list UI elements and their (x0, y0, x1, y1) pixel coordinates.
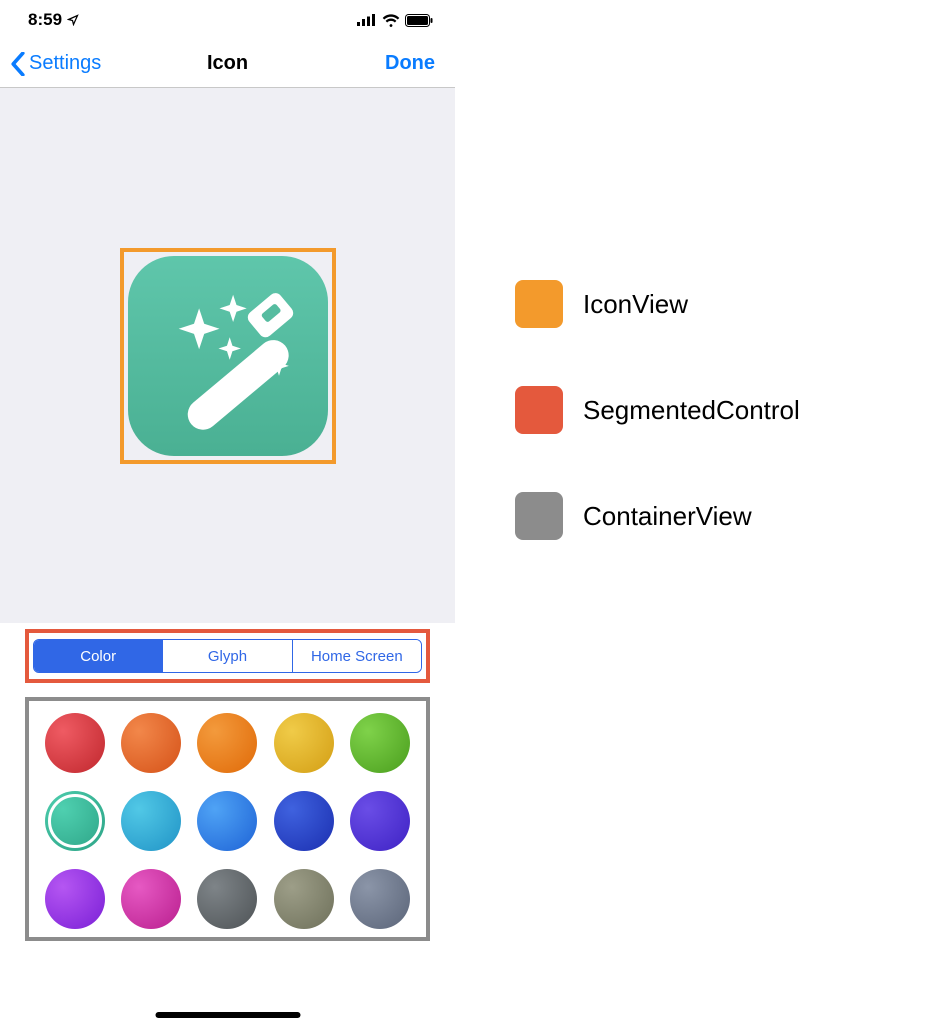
containerview-annotation-box (25, 697, 430, 941)
segment-home-screen[interactable]: Home Screen (292, 640, 421, 672)
magic-wand-icon (143, 271, 313, 441)
legend-label: IconView (583, 289, 688, 320)
color-swatch[interactable] (197, 791, 257, 851)
home-indicator[interactable] (155, 1012, 300, 1018)
nav-bar: Settings Icon Done (0, 40, 455, 88)
cellular-icon (357, 14, 377, 26)
location-icon (67, 14, 79, 26)
legend-swatch (515, 492, 563, 540)
segment-color[interactable]: Color (34, 640, 162, 672)
color-swatch[interactable] (121, 713, 181, 773)
done-button[interactable]: Done (248, 52, 445, 75)
color-swatch[interactable] (274, 869, 334, 929)
app-icon-preview (128, 256, 328, 456)
color-swatch[interactable] (274, 713, 334, 773)
legend-swatch (515, 280, 563, 328)
color-swatch[interactable] (350, 791, 410, 851)
icon-preview-area (0, 88, 455, 623)
legend-label: SegmentedControl (583, 395, 800, 426)
legend-item-segmentedcontrol: SegmentedControl (515, 386, 947, 434)
page-title: Icon (207, 52, 248, 75)
color-swatch[interactable] (274, 791, 334, 851)
color-swatch[interactable] (350, 713, 410, 773)
back-button[interactable]: Settings (10, 52, 207, 76)
annotation-legend: IconView SegmentedControl ContainerView (455, 0, 947, 1024)
status-bar: 8:59 (0, 0, 455, 40)
battery-icon (405, 14, 433, 27)
color-swatch[interactable] (197, 713, 257, 773)
legend-item-containerview: ContainerView (515, 492, 947, 540)
status-time: 8:59 (28, 10, 62, 30)
color-swatch[interactable] (45, 791, 105, 851)
iconview-annotation-box (120, 248, 336, 464)
legend-swatch (515, 386, 563, 434)
phone-frame: 8:59 Settings Icon Done (0, 0, 455, 1024)
color-grid (37, 713, 418, 929)
chevron-left-icon (10, 52, 26, 76)
segmented-control[interactable]: Color Glyph Home Screen (33, 639, 422, 673)
wifi-icon (382, 14, 400, 27)
legend-label: ContainerView (583, 501, 752, 532)
legend-item-iconview: IconView (515, 280, 947, 328)
color-swatch[interactable] (121, 869, 181, 929)
color-swatch[interactable] (45, 713, 105, 773)
segment-glyph[interactable]: Glyph (162, 640, 291, 672)
segmentedcontrol-annotation-box: Color Glyph Home Screen (25, 629, 430, 683)
color-swatch[interactable] (197, 869, 257, 929)
color-swatch[interactable] (350, 869, 410, 929)
back-label: Settings (29, 52, 101, 75)
color-swatch[interactable] (121, 791, 181, 851)
color-swatch[interactable] (45, 869, 105, 929)
